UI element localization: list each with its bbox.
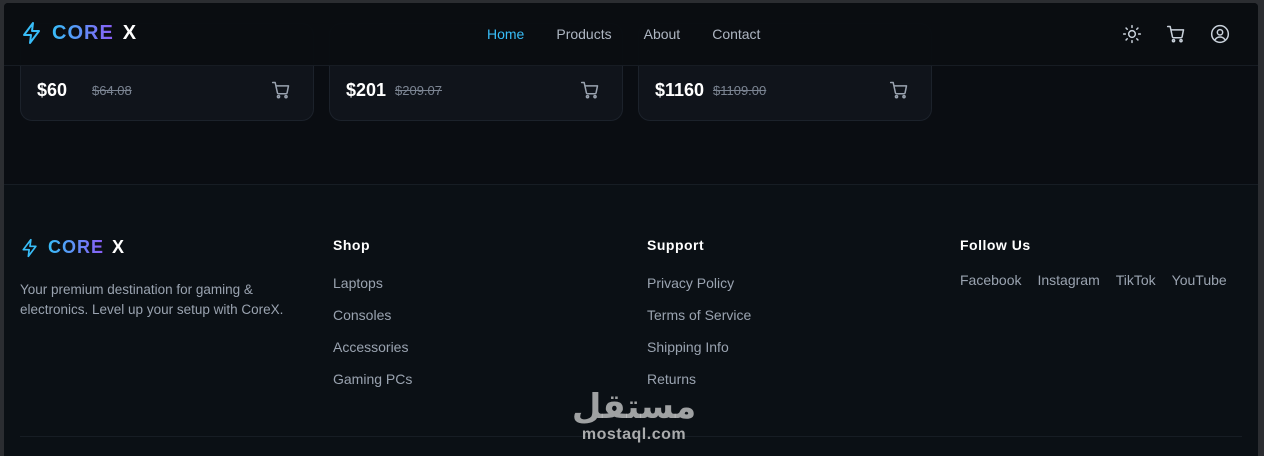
footer-link-shipping[interactable]: Shipping Info <box>647 339 751 371</box>
navbar: CORE X Home Products About Contact <box>4 3 1258 66</box>
lightning-icon <box>20 238 40 258</box>
footer-link-laptops[interactable]: Laptops <box>333 275 412 307</box>
brand-logo[interactable]: CORE X <box>20 21 136 45</box>
footer-divider <box>20 436 1242 437</box>
social-link-facebook[interactable]: Facebook <box>960 272 1021 288</box>
footer-support-column: Support Privacy Policy Terms of Service … <box>647 237 751 403</box>
site-footer: CORE X Your premium destination for gami… <box>4 184 1258 456</box>
social-link-instagram[interactable]: Instagram <box>1037 272 1099 288</box>
footer-brand-x-text: X <box>112 237 125 257</box>
product-price: $1160 <box>655 80 705 100</box>
brand-x-text: X <box>122 21 137 44</box>
sun-icon[interactable] <box>1122 24 1142 44</box>
footer-link-accessories[interactable]: Accessories <box>333 339 412 371</box>
footer-link-privacy-policy[interactable]: Privacy Policy <box>647 275 751 307</box>
footer-brand-core-text: CORE <box>48 237 105 257</box>
social-link-youtube[interactable]: YouTube <box>1172 272 1227 288</box>
footer-brand-logo[interactable]: CORE X <box>20 237 124 258</box>
product-price: $201 <box>346 80 387 100</box>
add-to-cart-icon[interactable] <box>889 80 909 100</box>
brand-core-text: CORE <box>52 21 114 44</box>
footer-link-terms[interactable]: Terms of Service <box>647 307 751 339</box>
cart-icon[interactable] <box>1166 24 1186 44</box>
nav-links: Home Products About Contact <box>487 26 792 42</box>
social-links: Facebook Instagram TikTok YouTube <box>960 272 1227 288</box>
footer-follow-heading: Follow Us <box>960 237 1031 253</box>
footer-follow-column: Follow Us Facebook Instagram TikTok YouT… <box>960 237 1227 288</box>
add-to-cart-icon[interactable] <box>580 80 600 100</box>
browser-viewport: $60 $64.08 $201 $209.07 $1160 $1109.00 C… <box>4 3 1258 456</box>
nav-link-home[interactable]: Home <box>487 26 524 42</box>
footer-description: Your premium destination for gaming & el… <box>20 282 284 317</box>
lightning-icon <box>20 21 44 45</box>
footer-shop-heading: Shop <box>333 237 370 253</box>
product-price: $60 <box>37 80 68 100</box>
nav-actions <box>1122 24 1230 44</box>
nav-link-products[interactable]: Products <box>556 26 611 42</box>
footer-support-heading: Support <box>647 237 705 253</box>
social-link-tiktok[interactable]: TikTok <box>1116 272 1156 288</box>
footer-shop-column: Shop Laptops Consoles Accessories Gaming… <box>333 237 412 403</box>
product-old-price: $1109.00 <box>713 83 767 98</box>
footer-link-gaming-pcs[interactable]: Gaming PCs <box>333 371 412 403</box>
add-to-cart-icon[interactable] <box>271 80 291 100</box>
footer-link-consoles[interactable]: Consoles <box>333 307 412 339</box>
product-old-price: $209.07 <box>395 83 442 98</box>
footer-link-returns[interactable]: Returns <box>647 371 751 403</box>
product-old-price: $64.08 <box>92 83 132 98</box>
nav-link-about[interactable]: About <box>644 26 681 42</box>
nav-link-contact[interactable]: Contact <box>712 26 760 42</box>
user-icon[interactable] <box>1210 24 1230 44</box>
